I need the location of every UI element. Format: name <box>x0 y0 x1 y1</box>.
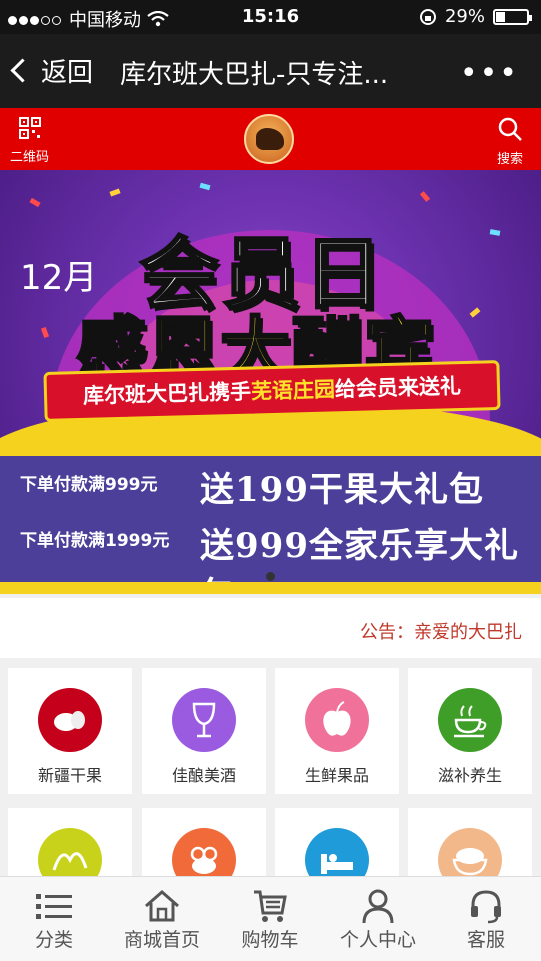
confetti <box>199 182 211 191</box>
offer-1-condition: 下单付款满999元 <box>20 475 158 495</box>
category-label: 生鲜果品 <box>304 766 369 785</box>
tab-label: 分类 <box>34 929 73 951</box>
qr-code-button[interactable]: 二维码 <box>10 116 49 165</box>
promo-banner[interactable]: 12月 会员日 感恩大酬宾 库尔班大巴扎携手芜语庄园给会员来送礼 下单付款满99… <box>0 170 541 594</box>
cart-icon <box>254 890 287 922</box>
apple-icon <box>305 688 369 752</box>
tab-label: 客服 <box>466 929 505 951</box>
qr-code-label: 二维码 <box>10 150 50 165</box>
category-item[interactable]: 新疆干果 <box>8 668 132 794</box>
nuts-icon <box>38 688 102 752</box>
category-label: 佳酿美酒 <box>171 766 236 785</box>
offer-2-condition: 下单付款满1999元 <box>20 531 170 551</box>
category-label: 滋补养生 <box>437 766 502 785</box>
wine-glass-icon <box>172 688 236 752</box>
back-button[interactable]: 返回 <box>10 52 94 89</box>
confetti <box>29 197 41 208</box>
ribbon-text-pre: 库尔班大巴扎携手 <box>82 379 252 408</box>
category-item[interactable]: 生鲜果品 <box>275 668 399 794</box>
search-label: 搜索 <box>496 152 523 167</box>
nav-bar: 返回 库尔班大巴扎-只专注... ••• <box>0 34 541 108</box>
battery-icon <box>493 8 532 25</box>
confetti <box>40 326 50 339</box>
search-button[interactable]: 搜索 <box>497 116 523 167</box>
banner-offers: 下单付款满999元 送199干果大礼包 下单付款满1999元 送999全家乐享大… <box>0 452 541 594</box>
rotation-lock-icon <box>419 8 436 25</box>
list-icon <box>36 894 72 919</box>
ribbon-text-post: 给会员来送礼 <box>334 374 462 402</box>
confetti <box>489 229 501 236</box>
bottom-tab-bar: 分类 商城首页 购物车 个人中心 客服 <box>0 876 541 961</box>
headset-icon <box>471 890 501 924</box>
tab-label: 商城首页 <box>123 929 200 951</box>
category-label: 新疆干果 <box>37 766 102 785</box>
category-item[interactable]: 佳酿美酒 <box>142 668 266 794</box>
qr-code-icon <box>18 117 41 139</box>
battery-percent: 29% <box>444 6 485 27</box>
page-title: 库尔班大巴扎-只专注... <box>120 60 389 90</box>
ribbon-text-highlight: 芜语庄园 <box>250 377 336 404</box>
tea-cup-icon <box>438 688 502 752</box>
tab-profile[interactable]: 个人中心 <box>324 887 432 952</box>
banner-strip <box>0 582 541 594</box>
tab-label: 购物车 <box>241 929 299 951</box>
back-label: 返回 <box>41 58 94 88</box>
tab-cart[interactable]: 购物车 <box>216 887 324 952</box>
banner-pager-dot[interactable] <box>266 572 275 581</box>
chevron-left-icon <box>10 58 35 83</box>
confetti <box>109 188 121 197</box>
search-icon <box>498 117 522 141</box>
confetti <box>419 191 431 202</box>
person-icon <box>362 889 394 924</box>
horse-rider-icon <box>256 128 284 150</box>
status-right: 29% <box>419 6 532 27</box>
tab-category[interactable]: 分类 <box>0 887 108 952</box>
shop-header: 二维码 搜索 <box>0 108 541 170</box>
category-grid: 新疆干果 佳酿美酒 生鲜果品 滋补养生 <box>0 658 541 934</box>
offer-1-gift: 送199干果大礼包 <box>200 470 484 510</box>
notice-text: 公告：亲爱的大巴扎 <box>360 622 522 643</box>
tab-customer-service[interactable]: 客服 <box>432 887 540 952</box>
category-item[interactable]: 滋补养生 <box>408 668 532 794</box>
status-bar: 中国移动 15:16 29% <box>0 0 541 34</box>
notice-bar[interactable]: 公告：亲爱的大巴扎 <box>0 598 541 658</box>
tab-label: 个人中心 <box>339 929 416 951</box>
banner-month: 12月 <box>20 258 98 298</box>
tab-home[interactable]: 商城首页 <box>108 887 216 952</box>
home-icon <box>145 890 179 922</box>
banner-top: 12月 会员日 感恩大酬宾 库尔班大巴扎携手芜语庄园给会员来送礼 <box>0 170 541 452</box>
more-options-button[interactable]: ••• <box>460 56 519 91</box>
shop-logo[interactable] <box>244 114 294 164</box>
confetti <box>469 307 481 318</box>
